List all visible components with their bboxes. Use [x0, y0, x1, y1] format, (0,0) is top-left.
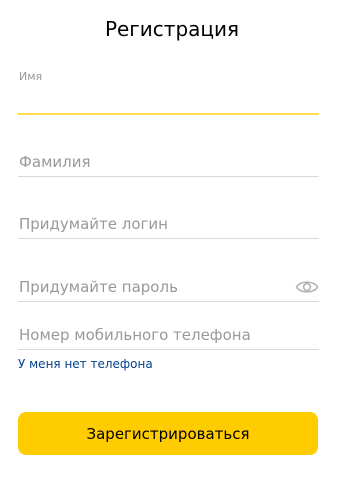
login-underline [18, 238, 319, 239]
page-title: Регистрация [104, 17, 240, 41]
eye-icon[interactable] [295, 278, 319, 296]
login-input[interactable] [18, 212, 319, 236]
phone-input[interactable] [18, 323, 319, 347]
register-button[interactable]: Зарегистрироваться [18, 412, 318, 455]
last-name-field [18, 150, 319, 178]
eye-icon-graphic [295, 281, 319, 293]
phone-underline [18, 349, 319, 350]
first-name-label: Имя [19, 70, 43, 83]
no-phone-link[interactable]: У меня нет телефона [18, 356, 153, 372]
password-underline [18, 301, 319, 302]
login-field [18, 212, 319, 240]
phone-field [18, 323, 319, 351]
last-name-input[interactable] [18, 150, 319, 174]
first-name-field: Имя [18, 70, 319, 116]
last-name-underline [18, 176, 319, 177]
password-input[interactable] [18, 275, 319, 299]
first-name-underline [18, 113, 319, 115]
first-name-input[interactable] [18, 88, 319, 112]
password-field [18, 275, 319, 303]
